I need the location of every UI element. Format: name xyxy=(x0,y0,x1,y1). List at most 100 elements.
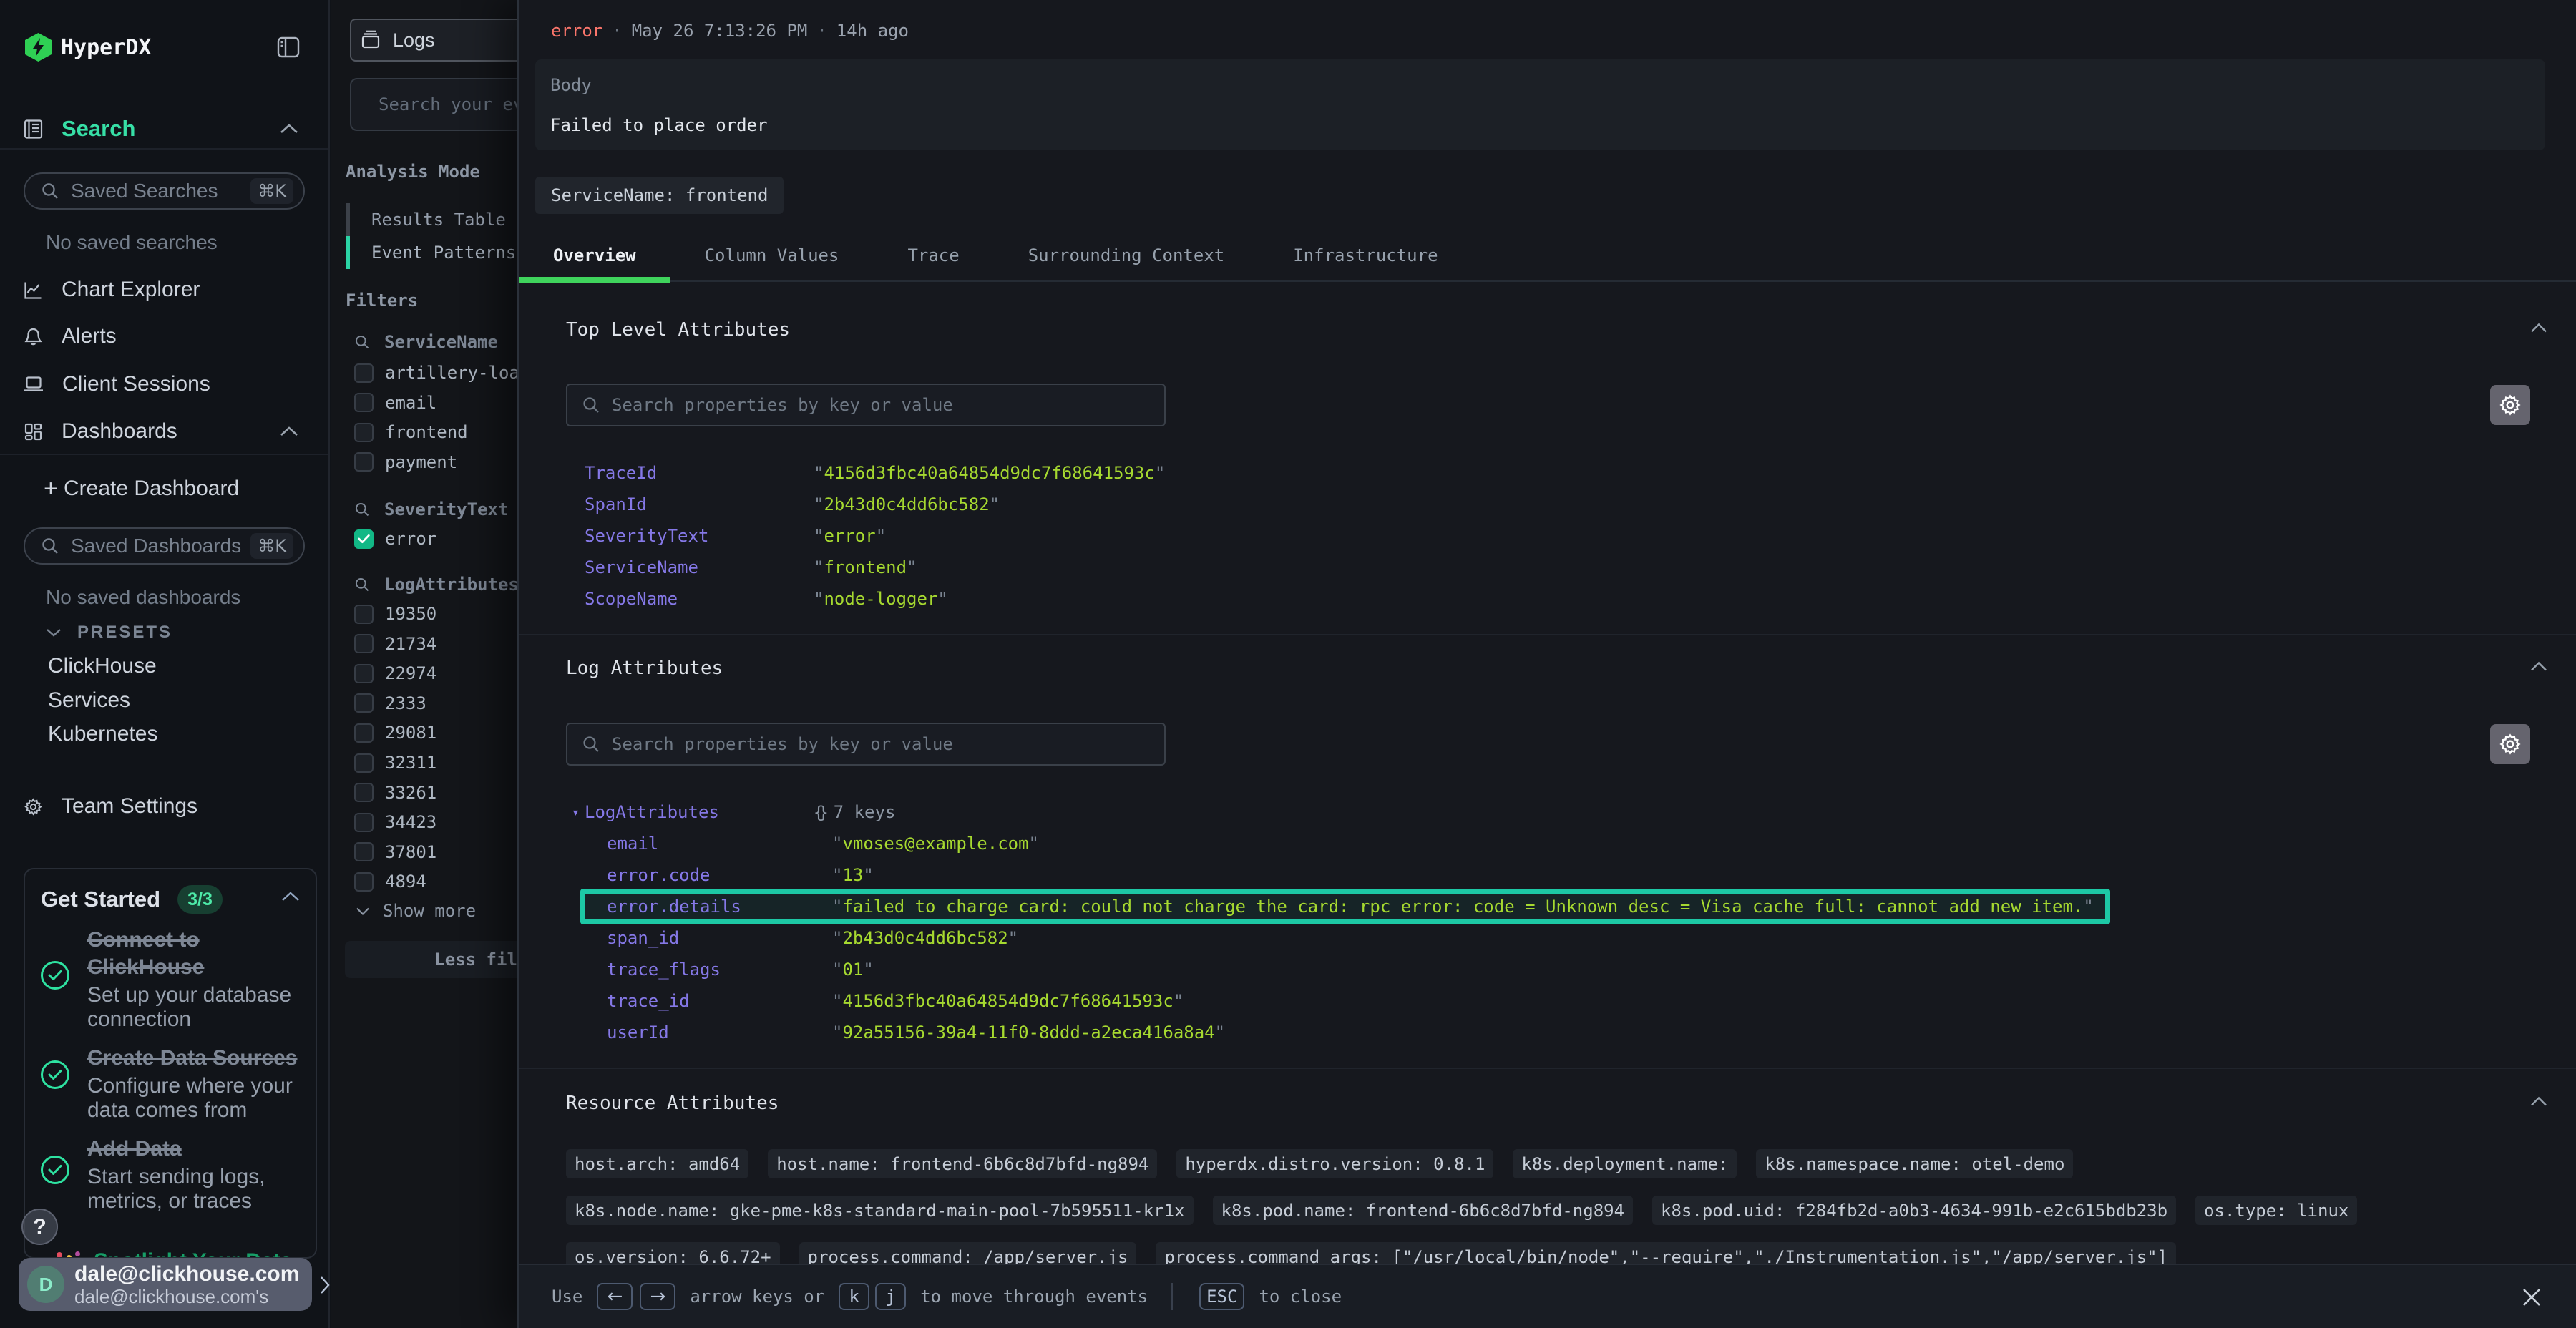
filter-option[interactable]: 4894 xyxy=(354,866,426,897)
preset-item[interactable]: Kubernetes xyxy=(48,722,157,746)
filter-option[interactable]: 37801 xyxy=(354,837,436,867)
chevron-up-icon[interactable] xyxy=(2530,661,2547,672)
attribute-row[interactable]: ServiceName frontend xyxy=(519,552,2576,583)
filter-option[interactable]: email xyxy=(354,388,436,418)
attribute-row[interactable]: error.details failed to charge card: cou… xyxy=(580,889,2110,924)
checklist-item[interactable]: Connect to ClickHouse Set up your databa… xyxy=(41,927,307,1032)
attribute-row[interactable]: trace_flags 01 xyxy=(519,954,2576,985)
user-menu[interactable]: D dale@clickhouse.com dale@clickhouse.co… xyxy=(19,1258,312,1311)
saved-searches-input[interactable]: Saved Searches ⌘K xyxy=(24,172,305,210)
sidebar-collapse-icon[interactable] xyxy=(277,36,300,59)
checkbox[interactable] xyxy=(354,783,374,802)
checkbox[interactable] xyxy=(354,605,374,624)
checkbox[interactable] xyxy=(354,723,374,743)
settings-button[interactable] xyxy=(2490,385,2530,425)
preset-item[interactable]: ClickHouse xyxy=(48,654,157,678)
filter-option[interactable]: 29081 xyxy=(354,718,436,748)
attribute-row[interactable]: trace_id 4156d3fbc40a64854d9dc7f68641593… xyxy=(519,985,2576,1017)
chevron-up-icon[interactable] xyxy=(2530,1096,2547,1107)
attribute-row[interactable]: span_id 2b43d0c4dd6bc582 xyxy=(519,922,2576,954)
resource-attribute-chip[interactable]: k8s.node.name: gke-pme-k8s-standard-main… xyxy=(566,1196,1194,1225)
no-saved-dashboards-text: No saved dashboards xyxy=(46,586,240,609)
attribute-key: error.details xyxy=(607,897,832,917)
service-name-tag[interactable]: ServiceName: frontend xyxy=(535,177,784,214)
attribute-row[interactable]: error.code 13 xyxy=(519,859,2576,891)
checkbox[interactable] xyxy=(354,664,374,683)
property-search-input[interactable]: Search properties by key or value xyxy=(566,384,1166,426)
close-icon[interactable] xyxy=(2519,1284,2545,1310)
tree-root-row[interactable]: ▾ LogAttributes {}7 keys xyxy=(519,796,2576,828)
checkbox[interactable] xyxy=(354,842,374,861)
checkbox[interactable] xyxy=(354,634,374,653)
mode-label: Results Table xyxy=(371,210,506,230)
tab[interactable]: Infrastructure xyxy=(1259,229,1472,282)
app-logo[interactable]: HyperDX xyxy=(25,27,307,67)
resource-attribute-chip[interactable]: k8s.deployment.name: xyxy=(1513,1149,1737,1178)
checklist-item[interactable]: Create Data Sources Configure where your… xyxy=(41,1045,307,1123)
filter-option[interactable]: error xyxy=(354,524,436,554)
attribute-row[interactable]: userId 92a55156-39a4-11f0-8ddd-a2eca416a… xyxy=(519,1017,2576,1048)
preset-item[interactable]: Services xyxy=(48,688,130,713)
sidebar-item-team-settings[interactable]: Team Settings xyxy=(0,785,328,828)
tab[interactable]: Trace xyxy=(873,229,993,282)
attribute-row[interactable]: ScopeName node-logger xyxy=(519,583,2576,615)
help-button[interactable]: ? xyxy=(21,1209,58,1245)
sidebar-nav-item[interactable]: Alerts xyxy=(0,315,328,358)
sidebar-nav-item[interactable]: Chart Explorer xyxy=(0,268,328,311)
resource-attribute-chip[interactable]: os.type: linux xyxy=(2195,1196,2357,1225)
attribute-value: frontend xyxy=(814,557,917,577)
settings-button[interactable] xyxy=(2490,724,2530,764)
attribute-value: 2b43d0c4dd6bc582 xyxy=(832,928,1018,948)
checkbox[interactable] xyxy=(354,529,374,549)
resource-attribute-chip[interactable]: k8s.namespace.name: otel-demo xyxy=(1756,1149,2073,1178)
checkbox[interactable] xyxy=(354,363,374,383)
chevron-up-icon[interactable] xyxy=(281,891,300,902)
attribute-row[interactable]: TraceId 4156d3fbc40a64854d9dc7f68641593c xyxy=(519,457,2576,489)
checkbox[interactable] xyxy=(354,393,374,412)
chevron-down-icon xyxy=(46,628,62,638)
analysis-mode-option[interactable]: Results Table xyxy=(346,203,506,236)
sidebar-item-search[interactable]: Search xyxy=(0,109,328,149)
show-more-button[interactable]: Show more xyxy=(356,898,476,924)
tab[interactable]: Column Values xyxy=(670,229,874,282)
sidebar-nav-item[interactable]: Dashboards xyxy=(0,410,328,453)
tab[interactable]: Surrounding Context xyxy=(994,229,1259,282)
analysis-mode-option[interactable]: Event Patterns xyxy=(346,236,516,269)
filter-option-label: frontend xyxy=(385,422,468,442)
checkbox[interactable] xyxy=(354,872,374,892)
filter-option[interactable]: 32311 xyxy=(354,748,436,778)
resource-attribute-chip[interactable]: host.arch: amd64 xyxy=(566,1149,748,1178)
attribute-row[interactable]: email vmoses@example.com xyxy=(519,828,2576,859)
sidebar-nav-item[interactable]: Client Sessions xyxy=(0,363,328,406)
filter-option[interactable]: 33261 xyxy=(354,778,436,808)
get-started-header[interactable]: Get Started 3/3 xyxy=(41,884,303,915)
checkbox[interactable] xyxy=(354,813,374,832)
filter-option[interactable]: payment xyxy=(354,447,457,477)
resource-attribute-chip[interactable]: k8s.pod.uid: f284fb2d-a0b3-4634-991b-e2c… xyxy=(1652,1196,2176,1225)
filter-option[interactable]: frontend xyxy=(354,417,468,447)
attribute-row[interactable]: SpanId 2b43d0c4dd6bc582 xyxy=(519,489,2576,520)
saved-dashboards-input[interactable]: Saved Dashboards ⌘K xyxy=(24,527,305,565)
filter-option[interactable]: 21734 xyxy=(354,629,436,659)
filter-group-header[interactable]: SeverityText xyxy=(354,495,508,524)
filter-group-header[interactable]: LogAttributes xyxy=(354,570,519,599)
attribute-row[interactable]: SeverityText error xyxy=(519,520,2576,552)
checklist-item[interactable]: Add Data Start sending logs, metrics, or… xyxy=(41,1136,307,1214)
checkbox[interactable] xyxy=(354,423,374,442)
checkbox[interactable] xyxy=(354,693,374,713)
filter-option[interactable]: 2333 xyxy=(354,688,426,718)
checkbox[interactable] xyxy=(354,452,374,472)
filter-option[interactable]: 22974 xyxy=(354,658,436,688)
filter-group-header[interactable]: ServiceName xyxy=(354,328,498,356)
resource-attribute-chip[interactable]: k8s.pod.name: frontend-6b6c8d7bfd-ng894 xyxy=(1213,1196,1634,1225)
filter-option[interactable]: 19350 xyxy=(354,599,436,629)
filter-option[interactable]: 34423 xyxy=(354,807,436,837)
resource-attribute-chip[interactable]: host.name: frontend-6b6c8d7bfd-ng894 xyxy=(768,1149,1157,1178)
presets-toggle[interactable]: PRESETS xyxy=(46,622,172,643)
create-dashboard-button[interactable]: + Create Dashboard xyxy=(0,467,328,510)
checkbox[interactable] xyxy=(354,753,374,773)
resource-attribute-chip[interactable]: hyperdx.distro.version: 0.8.1 xyxy=(1176,1149,1493,1178)
tab[interactable]: Overview xyxy=(519,229,670,282)
property-search-input[interactable]: Search properties by key or value xyxy=(566,723,1166,766)
chevron-up-icon[interactable] xyxy=(2530,323,2547,333)
